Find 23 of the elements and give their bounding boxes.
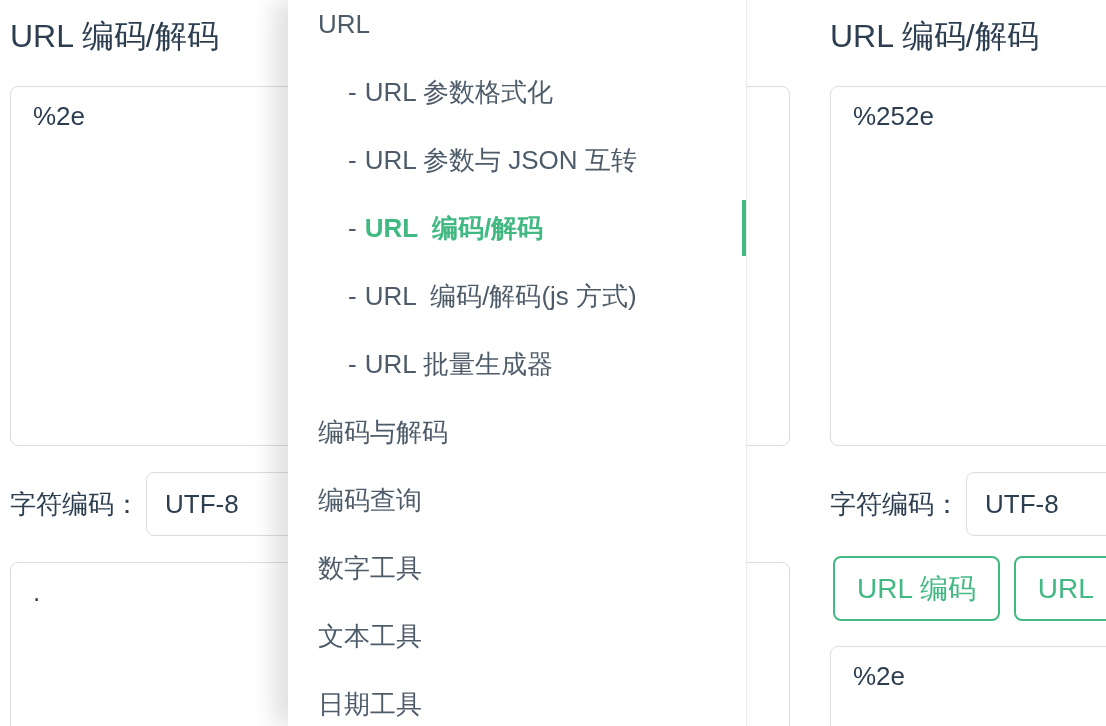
encoding-label: 字符编码： [830, 487, 960, 521]
sidebar-item[interactable]: URL [288, 0, 746, 58]
sidebar-item[interactable]: 数字工具 [288, 534, 746, 602]
bullet-dash: - [348, 212, 357, 244]
sidebar-link[interactable]: URL 批量生成器 [364, 346, 553, 382]
page-title: URL 编码/解码 [830, 17, 1039, 56]
sidebar-link[interactable]: URL 参数格式化 [364, 74, 553, 110]
output-field[interactable]: %2e [830, 646, 1106, 726]
sidebar-link[interactable]: URL 编码/解码(js 方式) [364, 278, 637, 314]
sidebar-item[interactable]: 编码查询 [288, 466, 746, 534]
encoding-select[interactable]: UTF-8 [966, 472, 1106, 536]
active-indicator [742, 200, 746, 256]
input-field[interactable]: %252e [830, 86, 1106, 446]
sidebar-item[interactable]: 编码与解码 [288, 398, 746, 466]
bullet-dash: - [348, 348, 357, 380]
sidebar-item[interactable]: 文本工具 [288, 602, 746, 670]
sidebar-item[interactable]: 日期工具 [288, 670, 746, 726]
page-title: URL 编码/解码 [10, 17, 219, 56]
bullet-dash: - [348, 144, 357, 176]
sidebar-link[interactable]: URL 参数与 JSON 互转 [364, 142, 637, 178]
bullet-dash: - [348, 280, 357, 312]
encoding-label: 字符编码： [10, 487, 140, 521]
bullet-dash: - [348, 76, 357, 108]
